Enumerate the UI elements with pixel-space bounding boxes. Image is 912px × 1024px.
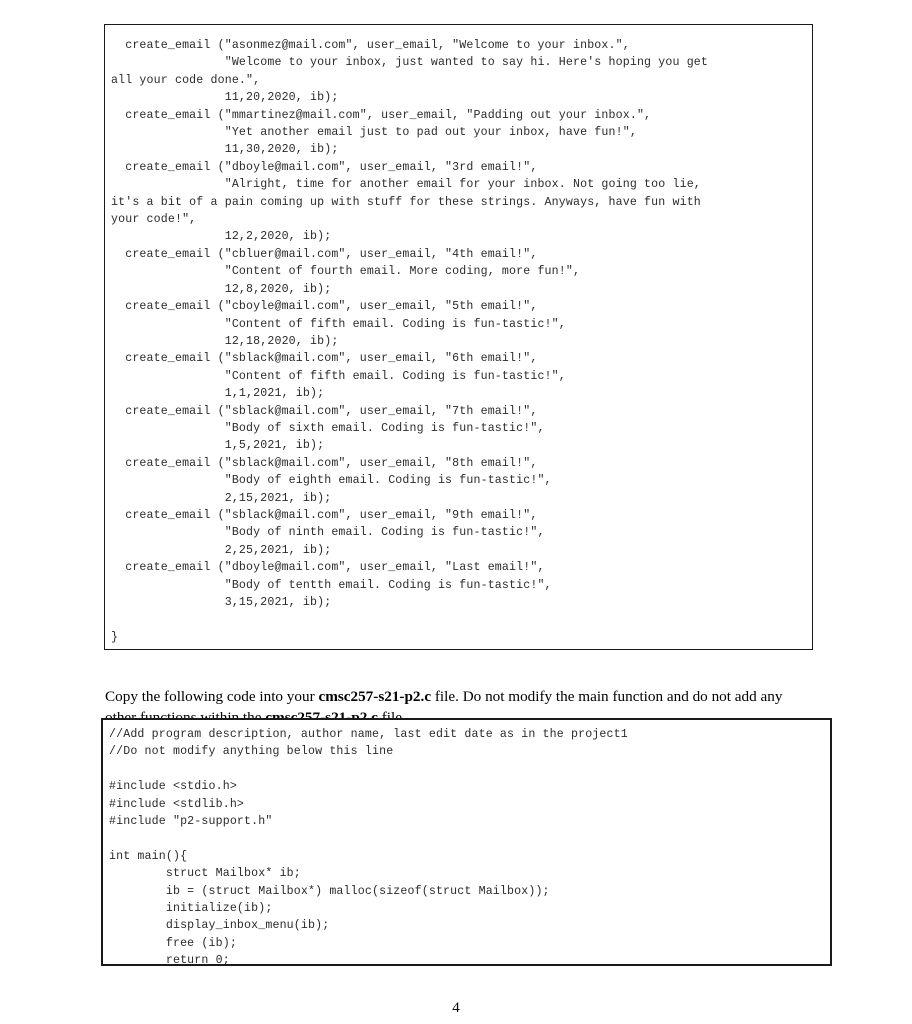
document-page: create_email ("asonmez@mail.com", user_e… <box>0 0 912 1024</box>
code-block-main-function: //Add program description, author name, … <box>101 718 832 966</box>
code-block-create-emails: create_email ("asonmez@mail.com", user_e… <box>104 24 813 650</box>
code-block-create-emails-text: create_email ("asonmez@mail.com", user_e… <box>111 39 709 644</box>
instruction-text-part-1: Copy the following code into your <box>105 688 319 706</box>
page-number: 4 <box>452 1000 460 1016</box>
code-block-main-function-text: //Add program description, author name, … <box>109 728 628 966</box>
filename-reference-1: cmsc257-s21-p2.c <box>318 688 432 706</box>
